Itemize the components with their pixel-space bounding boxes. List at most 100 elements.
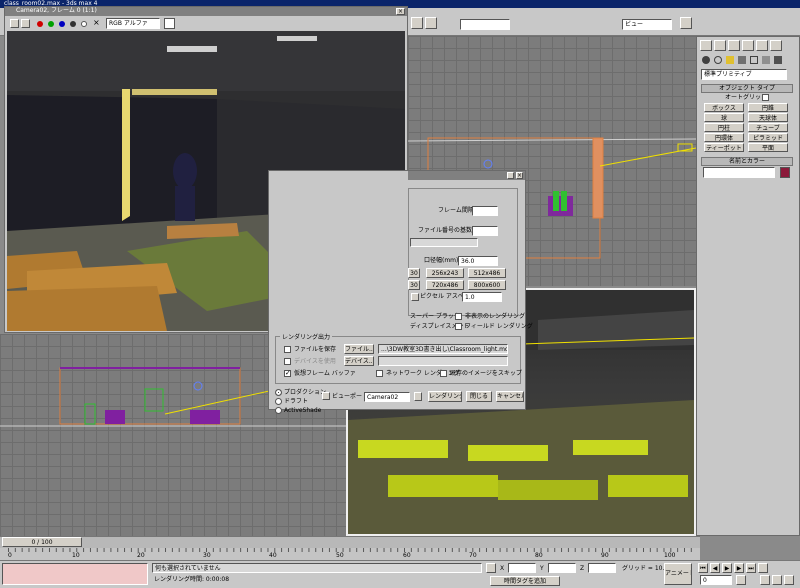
- torus-button[interactable]: 円環体: [704, 133, 744, 142]
- spacewarps-category-icon[interactable]: [762, 56, 770, 64]
- create-tab-icon[interactable]: [700, 40, 712, 51]
- render-dialog-minimize[interactable]: _: [507, 172, 514, 179]
- autogrid-checkbox[interactable]: [762, 94, 769, 101]
- lock-aspect-icon[interactable]: [411, 293, 419, 301]
- cone-button[interactable]: 円錐: [748, 103, 788, 112]
- size-preset-left-1[interactable]: 30: [408, 268, 420, 278]
- tick-80: 80: [535, 552, 543, 559]
- time-config-icon[interactable]: [736, 575, 746, 585]
- category-dropdown[interactable]: 標準プリミティブ: [701, 69, 787, 80]
- swap-icon[interactable]: [322, 392, 330, 400]
- cameras-category-icon[interactable]: [738, 56, 746, 64]
- systems-category-icon[interactable]: [774, 56, 782, 64]
- hierarchy-tab-icon[interactable]: [728, 40, 740, 51]
- net-render-checkbox[interactable]: [376, 370, 383, 377]
- display-tab-icon[interactable]: [756, 40, 768, 51]
- shapes-category-icon[interactable]: [714, 56, 722, 64]
- pan-viewport-icon[interactable]: [772, 575, 782, 585]
- maxscript-listener[interactable]: [2, 563, 148, 585]
- reference-coord-dropdown[interactable]: ビュー: [622, 19, 672, 30]
- next-frame-icon[interactable]: ▶: [734, 563, 744, 573]
- size-preset-256x243[interactable]: 256x243: [426, 268, 464, 278]
- framebuffer-close-button[interactable]: ×: [396, 8, 405, 15]
- time-slider-thumb[interactable]: 0 / 100: [2, 537, 82, 547]
- file-number-field[interactable]: [472, 226, 498, 236]
- save-file-checkbox[interactable]: [284, 346, 291, 353]
- blue-channel-icon[interactable]: [59, 21, 65, 27]
- activeshade-radio[interactable]: [275, 407, 282, 414]
- field-render-checkbox[interactable]: [455, 323, 462, 330]
- toolbar-icon-1[interactable]: [411, 17, 423, 29]
- prev-frame-icon[interactable]: ◀: [710, 563, 720, 573]
- draft-radio[interactable]: [275, 398, 282, 405]
- current-frame-field[interactable]: 0: [700, 575, 732, 585]
- time-slider-bar[interactable]: [0, 536, 700, 548]
- key-mode-icon[interactable]: [758, 563, 768, 573]
- channel-dropdown[interactable]: RGB アルファ: [106, 18, 160, 29]
- size-preset-720x486[interactable]: 720x486: [426, 280, 464, 290]
- green-channel-icon[interactable]: [48, 21, 54, 27]
- viewport-dropdown[interactable]: Camera02: [364, 392, 410, 402]
- render-button[interactable]: レンダリング: [428, 391, 462, 402]
- size-preset-left-2[interactable]: 30: [408, 280, 420, 290]
- clone-window-icon[interactable]: [21, 19, 30, 28]
- add-time-tag-button[interactable]: 時間タグを追加: [490, 576, 560, 586]
- sphere-button[interactable]: 球: [704, 113, 744, 122]
- alpha-channel-icon[interactable]: [70, 21, 76, 27]
- cylinder-button[interactable]: 円柱: [704, 123, 744, 132]
- name-color-header[interactable]: 名前とカラー: [701, 157, 793, 166]
- object-color-swatch[interactable]: [780, 167, 790, 178]
- cancel-button[interactable]: キャンセル: [496, 391, 524, 402]
- clear-icon[interactable]: ×: [93, 18, 100, 27]
- geometry-category-icon[interactable]: [702, 56, 710, 64]
- modify-tab-icon[interactable]: [714, 40, 726, 51]
- z-label: Z: [580, 565, 585, 572]
- lock-selection-icon[interactable]: [486, 563, 496, 573]
- close-button[interactable]: 閉じる: [466, 391, 492, 402]
- render-icon[interactable]: [680, 17, 692, 29]
- size-preset-512x486[interactable]: 512x486: [468, 268, 506, 278]
- render-range-field[interactable]: [410, 238, 478, 247]
- aperture-field[interactable]: 36.0: [458, 256, 498, 266]
- skip-existing-checkbox[interactable]: [440, 370, 447, 377]
- hidden-render-checkbox[interactable]: [455, 313, 462, 320]
- animate-button[interactable]: アニメート: [664, 563, 692, 585]
- teapot-button[interactable]: ティーポット: [704, 143, 744, 152]
- production-radio[interactable]: [275, 389, 282, 396]
- pixel-aspect-field[interactable]: 1.0: [462, 292, 502, 302]
- mono-channel-icon[interactable]: [81, 21, 87, 27]
- viewport-lock-icon[interactable]: [414, 392, 422, 401]
- devices-button[interactable]: デバイス...: [344, 356, 374, 366]
- color-swatch[interactable]: [164, 18, 175, 29]
- orbit-viewport-icon[interactable]: [784, 575, 794, 585]
- virtual-fb-checkbox[interactable]: ✓: [284, 370, 291, 377]
- files-button[interactable]: ファイル...: [344, 344, 374, 354]
- object-name-field[interactable]: [703, 167, 775, 178]
- goto-start-icon[interactable]: ⏮: [698, 563, 708, 573]
- zoom-viewport-icon[interactable]: [760, 575, 770, 585]
- frame-step-field[interactable]: [472, 206, 498, 216]
- size-preset-800x600[interactable]: 800x600: [468, 280, 506, 290]
- toolbar-icon-2[interactable]: [425, 17, 437, 29]
- pyramid-button[interactable]: ピラミッド: [748, 133, 788, 142]
- render-dialog-close[interactable]: ×: [516, 172, 523, 179]
- goto-end-icon[interactable]: ⏭: [746, 563, 756, 573]
- selection-set-dropdown[interactable]: [460, 19, 510, 30]
- use-device-checkbox[interactable]: [284, 358, 291, 365]
- helpers-category-icon[interactable]: [750, 56, 758, 64]
- tick-60: 60: [403, 552, 411, 559]
- utilities-tab-icon[interactable]: [770, 40, 782, 51]
- z-coord-field[interactable]: [588, 563, 616, 573]
- save-image-icon[interactable]: [10, 19, 19, 28]
- red-channel-icon[interactable]: [37, 21, 43, 27]
- motion-tab-icon[interactable]: [742, 40, 754, 51]
- x-coord-field[interactable]: [508, 563, 536, 573]
- lights-category-icon[interactable]: [726, 56, 734, 64]
- object-type-header[interactable]: オブジェクト タイプ: [701, 84, 793, 93]
- y-coord-field[interactable]: [548, 563, 576, 573]
- plane-button[interactable]: 平面: [748, 143, 788, 152]
- geosphere-button[interactable]: 天球体: [748, 113, 788, 122]
- play-icon[interactable]: ▶: [722, 563, 732, 573]
- tube-button[interactable]: チューブ: [748, 123, 788, 132]
- box-button[interactable]: ボックス: [704, 103, 744, 112]
